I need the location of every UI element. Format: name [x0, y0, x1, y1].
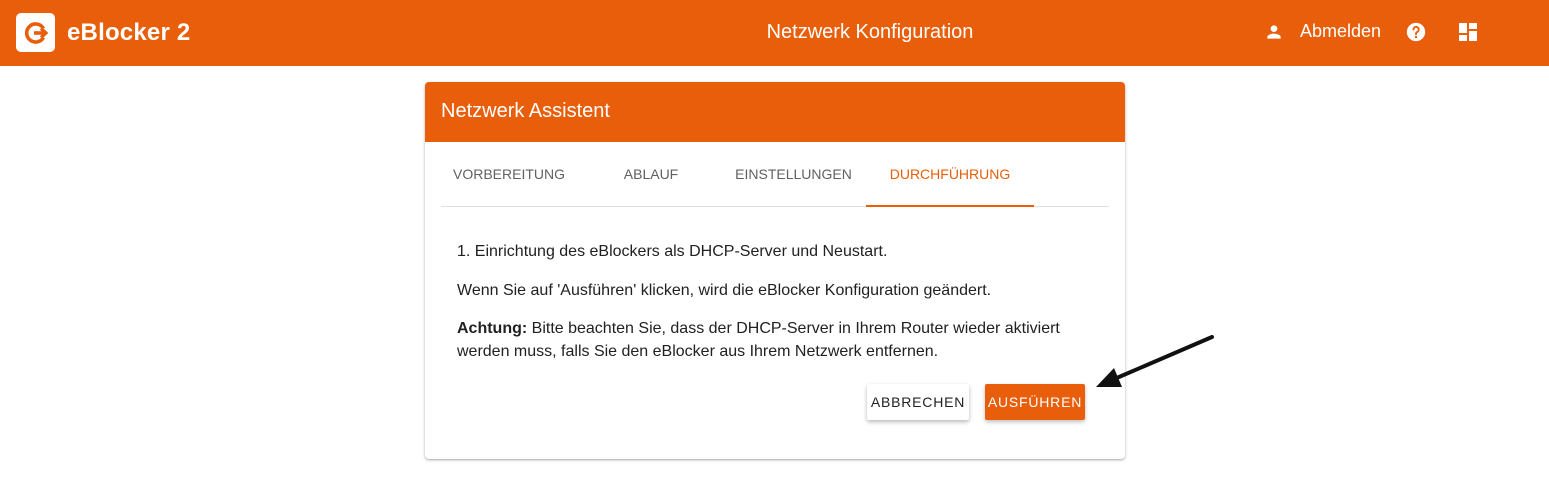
warning-body: Bitte beachten Sie, dass der DHCP-Server… [457, 320, 1060, 360]
tab-process[interactable]: ABLAUF [601, 142, 701, 206]
cancel-button[interactable]: ABBRECHEN [867, 384, 969, 420]
tab-settings[interactable]: EINSTELLUNGEN [721, 142, 866, 206]
pointer-arrow-icon [1096, 335, 1214, 387]
run-button[interactable]: AUSFÜHREN [985, 384, 1085, 420]
wizard-tabs: VORBEREITUNG ABLAUF EINSTELLUNGEN DURCHF… [441, 142, 1109, 207]
help-icon[interactable] [1405, 21, 1427, 43]
warning-text: Achtung: Bitte beachten Sie, dass der DH… [457, 317, 1097, 363]
user-icon[interactable] [1264, 22, 1284, 42]
card-title: Netzwerk Assistent [425, 82, 1125, 142]
warning-label: Achtung: [457, 320, 528, 337]
tab-execution[interactable]: DURCHFÜHRUNG [866, 142, 1034, 207]
top-toolbar: eBlocker 2 Netzwerk Konfiguration Abmeld… [0, 0, 1549, 66]
dashboard-icon[interactable] [1458, 22, 1478, 42]
step-description: 1. Einrichtung des eBlockers als DHCP-Se… [457, 243, 888, 260]
logout-link[interactable]: Abmelden [1300, 21, 1381, 42]
network-wizard-card: Netzwerk Assistent VORBEREITUNG ABLAUF E… [425, 82, 1125, 459]
tab-preparation[interactable]: VORBEREITUNG [441, 142, 577, 206]
info-text: Wenn Sie auf 'Ausführen' klicken, wird d… [457, 282, 992, 299]
step-content: 1. Einrichtung des eBlockers als DHCP-Se… [457, 240, 1097, 379]
